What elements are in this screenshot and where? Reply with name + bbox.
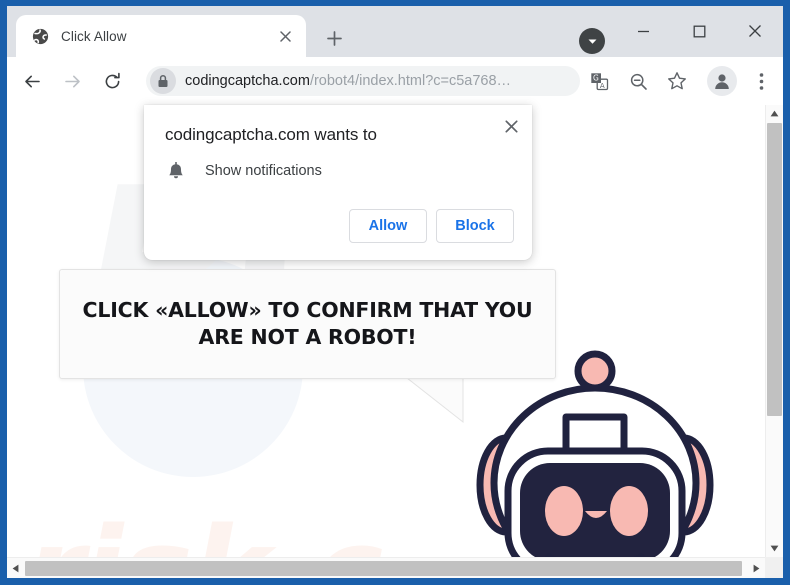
- bell-icon: [165, 160, 187, 182]
- allow-button[interactable]: Allow: [349, 209, 427, 243]
- watermark-bottom: risk.c: [25, 503, 383, 557]
- scroll-left-icon[interactable]: [7, 560, 24, 577]
- globe-icon: [32, 28, 49, 45]
- horizontal-scrollbar[interactable]: [7, 557, 783, 578]
- window-close-button[interactable]: [732, 14, 778, 48]
- translate-icon[interactable]: G A: [585, 67, 613, 95]
- permission-request-row: Show notifications: [165, 160, 322, 182]
- scroll-right-icon[interactable]: [748, 560, 765, 577]
- browser-toolbar: codingcaptcha.com/robot4/index.html?c=c5…: [7, 57, 783, 105]
- zoom-out-icon[interactable]: [624, 67, 652, 95]
- browser-window: Click Allow codingcaptcha.com/robot4/ind…: [0, 0, 790, 585]
- speech-bubble-tail: [407, 378, 465, 424]
- dialog-close-icon[interactable]: [498, 113, 524, 139]
- svg-text:A: A: [599, 81, 604, 89]
- block-button[interactable]: Block: [436, 209, 514, 243]
- three-dot-menu-icon[interactable]: [747, 67, 775, 95]
- scroll-down-icon[interactable]: [766, 540, 783, 557]
- window-maximize-button[interactable]: [676, 14, 722, 48]
- tab-strip: Click Allow: [7, 6, 783, 57]
- back-button[interactable]: [17, 66, 47, 96]
- address-bar[interactable]: codingcaptcha.com/robot4/index.html?c=c5…: [146, 66, 580, 96]
- url-path: /robot4/index.html?c=c5a768…: [309, 73, 512, 89]
- vertical-scrollbar[interactable]: [765, 105, 783, 557]
- profile-avatar-icon[interactable]: [707, 66, 737, 96]
- notification-permission-dialog: codingcaptcha.com wants to Show notifica…: [144, 105, 532, 260]
- robot-mascot: [465, 333, 725, 557]
- address-bar-url: codingcaptcha.com/robot4/index.html?c=c5…: [185, 73, 511, 89]
- horizontal-scrollbar-thumb[interactable]: [25, 561, 742, 576]
- svg-text:G: G: [593, 73, 599, 82]
- vertical-scrollbar-thumb[interactable]: [767, 123, 782, 416]
- browser-tab[interactable]: Click Allow: [16, 15, 306, 57]
- tab-search-button[interactable]: [579, 28, 605, 54]
- reload-button[interactable]: [97, 66, 127, 96]
- forward-button[interactable]: [57, 66, 87, 96]
- dialog-title: codingcaptcha.com wants to: [165, 125, 377, 144]
- tab-close-icon[interactable]: [274, 25, 296, 47]
- dialog-actions: Allow Block: [349, 209, 514, 243]
- window-minimize-button[interactable]: [620, 14, 666, 48]
- url-domain: codingcaptcha.com: [185, 73, 310, 89]
- browser-chrome: Click Allow codingcaptcha.com/robot4/ind…: [7, 6, 783, 578]
- scroll-up-icon[interactable]: [766, 105, 783, 122]
- star-icon[interactable]: [663, 67, 691, 95]
- scrollbar-corner: [765, 557, 783, 578]
- lock-icon[interactable]: [150, 68, 176, 94]
- new-tab-button[interactable]: [320, 24, 348, 52]
- permission-label: Show notifications: [205, 163, 322, 179]
- tab-title: Click Allow: [61, 28, 127, 44]
